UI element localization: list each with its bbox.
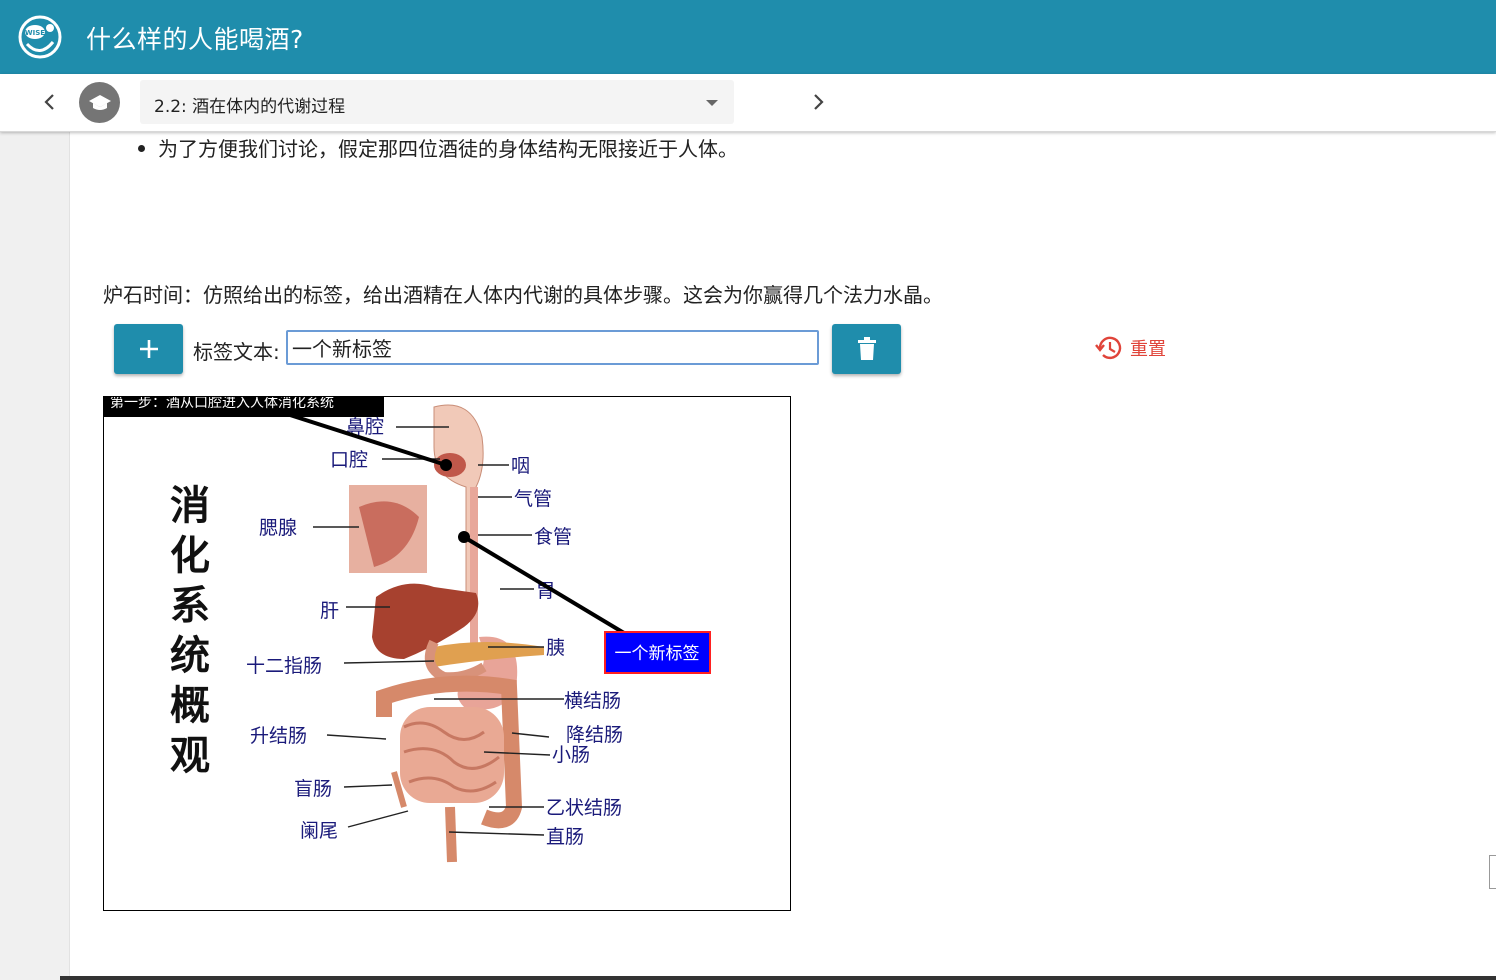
label-text-input[interactable]: [286, 330, 819, 365]
trash-icon: [857, 337, 876, 360]
svg-text:WISE: WISE: [25, 29, 45, 37]
new-tag-anchor-point[interactable]: [458, 531, 470, 543]
tag-anchor-point[interactable]: [440, 459, 452, 471]
step-select[interactable]: 2.2: 酒在体内的代谢过程: [140, 80, 734, 124]
chevron-left-icon: [44, 94, 54, 110]
app-header: WISE 什么样的人能喝酒?: [0, 0, 1496, 74]
reset-button[interactable]: 重置: [1094, 333, 1166, 363]
new-tag-text: 一个新标签: [615, 644, 700, 664]
label-pharynx: 咽: [511, 455, 530, 477]
label-transverse-colon: 横结肠: [564, 690, 621, 712]
label-text-caption: 标签文本:: [193, 340, 280, 364]
label-small-intestine: 小肠: [552, 744, 590, 766]
title-char: 化: [170, 532, 210, 579]
label-oral-cavity: 口腔: [330, 449, 368, 471]
plus-icon: [139, 340, 158, 358]
previous-step-button[interactable]: [36, 88, 64, 116]
step-select-value: 2.2: 酒在体内的代谢过程: [154, 97, 346, 117]
label-duodenum: 十二指肠: [246, 655, 322, 677]
dropdown-arrow-icon: [706, 100, 718, 106]
label-esophagus: 食管: [534, 526, 572, 548]
next-step-button[interactable]: [804, 88, 832, 116]
new-tag-label[interactable]: 一个新标签: [604, 631, 711, 674]
digestive-system-diagram[interactable]: 第一步：酒从口腔进入人体消化系统 消 化 系 统 概 观 鼻腔 口腔 腮腺 肝 …: [103, 396, 791, 911]
graduation-cap-icon: [79, 82, 120, 123]
chevron-right-icon: [814, 94, 824, 110]
add-label-button[interactable]: [114, 324, 183, 374]
app-title: 什么样的人能喝酒?: [86, 25, 304, 54]
label-descending-colon: 降结肠: [566, 724, 623, 746]
label-appendix: 阑尾: [300, 820, 338, 842]
diagram-banner: 第一步：酒从口腔进入人体消化系统: [110, 397, 334, 411]
title-char: 系: [170, 582, 210, 629]
bullet-point: [138, 145, 145, 152]
title-char: 概: [170, 682, 210, 729]
reset-label: 重置: [1130, 339, 1166, 360]
label-parotid: 腮腺: [259, 517, 297, 539]
title-char: 消: [170, 482, 210, 529]
wise-logo-icon[interactable]: WISE: [17, 14, 63, 60]
label-cecum: 盲肠: [294, 778, 332, 800]
step-navigation-bar: 2.2: 酒在体内的代谢过程: [0, 74, 1496, 132]
title-char: 观: [170, 732, 210, 779]
title-char: 统: [170, 632, 210, 679]
label-rectum: 直肠: [546, 826, 584, 848]
delete-label-button[interactable]: [832, 324, 901, 374]
label-sigmoid-colon: 乙状结肠: [546, 797, 622, 819]
label-trachea: 气管: [514, 488, 552, 510]
bullet-text: 为了方便我们讨论，假定那四位酒徒的身体结构无限接近于人体。: [158, 137, 738, 161]
label-ascending-colon: 升结肠: [250, 725, 307, 747]
bottom-divider: [60, 976, 1496, 980]
history-icon: [1095, 336, 1122, 360]
side-scroll-handle[interactable]: [1489, 855, 1496, 889]
left-gutter: [0, 131, 70, 980]
label-pancreas: 胰: [546, 637, 565, 659]
label-liver: 肝: [320, 600, 339, 622]
activity-prompt: 炉石时间：仿照给出的标签，给出酒精在人体内代谢的具体步骤。这会为你赢得几个法力水…: [103, 283, 943, 307]
